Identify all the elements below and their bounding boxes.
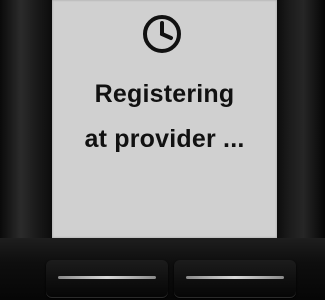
phone-device: Registering at provider ... [0,0,325,300]
status-text-line2: at provider ... [84,125,245,153]
status-text-line1: Registering [94,80,235,108]
right-soft-key[interactable] [174,260,296,298]
left-soft-key[interactable] [46,260,168,298]
clock-icon [143,15,181,53]
soft-key-stripe [58,276,156,279]
soft-key-stripe [186,276,284,279]
